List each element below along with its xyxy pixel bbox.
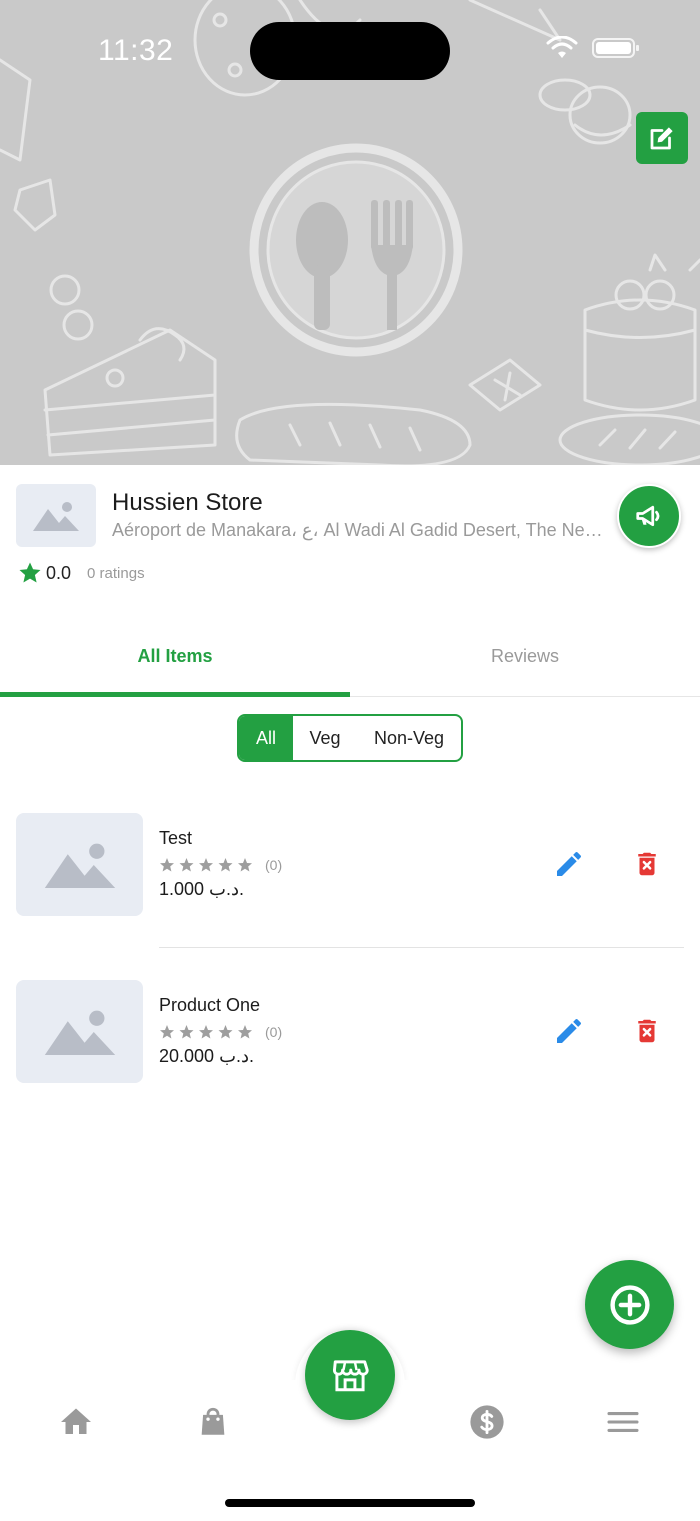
store-icon — [332, 1360, 369, 1392]
wifi-icon — [546, 35, 578, 65]
nav-home[interactable] — [46, 1402, 106, 1442]
active-tab-indicator — [0, 692, 350, 697]
nav-wallet[interactable] — [457, 1402, 517, 1442]
product-image — [16, 813, 143, 916]
delete-product-button[interactable] — [630, 847, 664, 881]
dynamic-island — [250, 22, 450, 80]
store-tabs: All Items Reviews — [0, 630, 700, 698]
edit-store-button[interactable] — [636, 112, 688, 164]
ratings-count: 0 ratings — [87, 564, 145, 582]
product-price: 1.000 د.ب. — [159, 879, 245, 899]
list-item[interactable]: Product One (0) 20.000 د.ب. — [0, 980, 700, 1084]
filter-veg[interactable]: Veg — [293, 716, 357, 760]
tab-reviews[interactable]: Reviews — [350, 630, 700, 698]
rating-value: 0.0 — [46, 562, 72, 583]
product-rating-count: (0) — [265, 857, 283, 873]
product-name: Product One — [159, 995, 261, 1015]
nav-store-button[interactable] — [305, 1330, 395, 1420]
stars-icon — [160, 858, 252, 872]
product-rating: (0) — [159, 857, 282, 873]
product-image — [16, 980, 143, 1083]
orders-bag-icon — [201, 1407, 225, 1435]
edit-product-button[interactable] — [552, 1014, 586, 1048]
edit-product-button[interactable] — [552, 847, 586, 881]
product-rating: (0) — [159, 1024, 282, 1040]
list-item[interactable]: Test (0) 1.000 د.ب. — [0, 813, 700, 917]
image-placeholder-icon — [44, 843, 115, 888]
image-placeholder-icon — [44, 1010, 115, 1055]
edit-square-icon — [650, 127, 673, 150]
megaphone-icon — [636, 505, 660, 527]
product-name: Test — [159, 828, 193, 848]
list-divider — [159, 947, 684, 948]
nav-menu[interactable] — [593, 1402, 653, 1442]
filter-all[interactable]: All — [239, 716, 293, 760]
add-item-button[interactable] — [585, 1260, 674, 1349]
store-cover-image: 11:32 — [0, 0, 700, 465]
store-logo — [16, 484, 96, 547]
status-bar-icons — [546, 35, 640, 65]
store-rating: 0.0 0 ratings — [18, 561, 145, 585]
pencil-icon — [557, 851, 582, 876]
wallet-dollar-icon — [470, 1405, 504, 1439]
delete-product-button[interactable] — [630, 1014, 664, 1048]
home-icon — [61, 1408, 91, 1434]
tab-all-items[interactable]: All Items — [0, 630, 350, 698]
trash-icon — [638, 1019, 656, 1043]
trash-icon — [638, 852, 656, 876]
home-indicator — [225, 1499, 475, 1507]
nav-orders[interactable] — [183, 1402, 243, 1442]
announcement-button[interactable] — [617, 484, 681, 548]
status-bar-time: 11:32 — [98, 34, 174, 67]
battery-icon — [592, 36, 640, 65]
star-icon — [19, 562, 41, 583]
menu-icon — [607, 1412, 639, 1432]
store-name: Hussien Store — [112, 489, 263, 516]
item-type-filter: All Veg Non-Veg — [237, 714, 463, 762]
product-price: 20.000 د.ب. — [159, 1046, 255, 1066]
stars-icon — [160, 1025, 252, 1039]
pencil-icon — [557, 1018, 582, 1043]
store-address: Aéroport de Manakara، ع، Al Wadi Al Gadi… — [112, 520, 610, 540]
product-rating-count: (0) — [265, 1024, 283, 1040]
image-placeholder-icon — [33, 501, 79, 531]
plus-circle-icon — [609, 1284, 650, 1325]
filter-non-veg[interactable]: Non-Veg — [357, 716, 461, 760]
